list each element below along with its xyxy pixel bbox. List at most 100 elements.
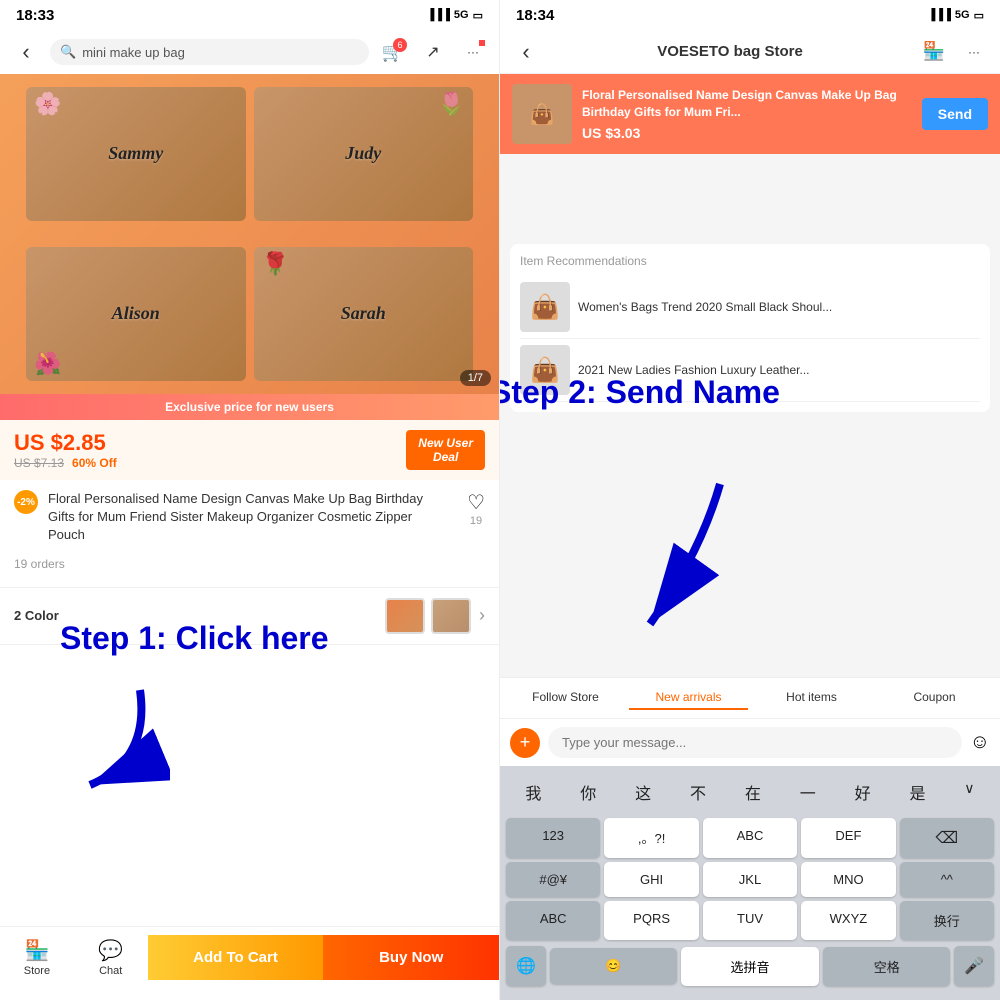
quick-char-7[interactable]: 是	[905, 778, 929, 806]
quick-char-3[interactable]: 不	[686, 778, 710, 806]
chat-area: Step 2: Send Name Item Recommendations 👜…	[500, 154, 1000, 677]
product-image-inner: 🌸 Sammy 🌷 Judy 🌺 Alison 🌹 Sarah	[0, 74, 499, 394]
network-left: 5G	[454, 9, 469, 21]
banner-image: 👜	[512, 84, 572, 144]
key-punctuation[interactable]: ,。?!	[604, 818, 698, 858]
key-def[interactable]: DEF	[801, 818, 895, 858]
delete-key[interactable]: ⌫	[900, 818, 994, 858]
quick-char-6[interactable]: 好	[851, 778, 875, 806]
tab-follow-store[interactable]: Follow Store	[506, 686, 625, 710]
key-mno[interactable]: MNO	[801, 862, 895, 897]
swatch-orange[interactable]	[385, 598, 425, 634]
key-123[interactable]: 123	[506, 818, 600, 858]
more-button-left[interactable]: ···	[457, 36, 489, 68]
globe-key[interactable]: 🌐	[506, 946, 546, 986]
back-button-left[interactable]: ‹	[10, 36, 42, 68]
quick-char-5[interactable]: 一	[796, 778, 820, 806]
tab-new-arrivals-label: New arrivals	[655, 690, 721, 704]
image-counter: 1/7	[460, 370, 491, 386]
swatch-tan[interactable]	[431, 598, 471, 634]
chevron-down-icon[interactable]: ∨	[960, 778, 978, 806]
bag-sammy: 🌸 Sammy	[26, 87, 246, 221]
store-name: VOESETO bag Store	[550, 43, 910, 60]
chevron-right-icon-color: ›	[479, 605, 485, 626]
key-abc-2[interactable]: ABC	[506, 901, 600, 940]
key-wxyz-label: WXYZ	[830, 911, 868, 926]
key-ghi[interactable]: GHI	[604, 862, 698, 897]
step1-arrow	[50, 680, 170, 805]
more-button-right[interactable]: ···	[958, 36, 990, 68]
key-wxyz[interactable]: WXYZ	[801, 901, 895, 940]
plus-button[interactable]: +	[510, 728, 540, 758]
battery-right: ▭	[974, 9, 984, 22]
banner-title: Floral Personalised Name Design Canvas M…	[582, 87, 912, 121]
mic-key[interactable]: 🎤	[954, 946, 994, 986]
tab-coupon[interactable]: Coupon	[875, 686, 994, 710]
key-caret[interactable]: ^^	[900, 862, 994, 897]
status-bar-right: 18:34 ▐▐▐ 5G ▭	[500, 0, 1000, 30]
new-user-deal: New UserDeal	[406, 430, 485, 470]
back-button-right[interactable]: ‹	[510, 36, 542, 68]
globe-icon: 🌐	[516, 958, 536, 975]
cart-button[interactable]: 🛒 6	[377, 36, 409, 68]
add-to-cart-button[interactable]: Add To Cart	[148, 935, 324, 980]
store-nav-icon: 🏪	[24, 938, 49, 963]
rec-title: Item Recommendations	[520, 254, 980, 268]
step2-annotation: Step 2: Send Name	[500, 374, 780, 411]
rec-item-1[interactable]: 👜 Women's Bags Trend 2020 Small Black Sh…	[520, 276, 980, 339]
key-kongjian-label: 空格	[874, 960, 900, 975]
plus-icon: +	[520, 732, 531, 753]
space-key[interactable]: 选拼音	[681, 947, 820, 986]
store-nav-item[interactable]: 🏪 Store	[0, 938, 74, 977]
status-bar-left: 18:33 ▐▐▐ 5G ▭	[0, 0, 499, 30]
key-123-label: 123	[542, 828, 564, 843]
bag-name-sarah: Sarah	[341, 303, 386, 324]
store-tabs: Follow Store New arrivals Hot items Coup…	[500, 677, 1000, 718]
quick-char-1[interactable]: 你	[576, 778, 600, 806]
share-button[interactable]: ↗	[417, 36, 449, 68]
mic-icon: 🎤	[964, 958, 984, 975]
more-icon-right: ···	[968, 45, 980, 59]
status-icons-right: ▐▐▐ 5G ▭	[928, 9, 984, 22]
buy-now-button[interactable]: Buy Now	[323, 935, 499, 980]
search-box-left[interactable]: 🔍 mini make up bag	[50, 39, 369, 65]
top-bar-right: ‹ VOESETO bag Store 🏪 ···	[500, 30, 1000, 74]
quick-char-0[interactable]: 我	[521, 778, 545, 806]
key-abc-1[interactable]: ABC	[703, 818, 797, 858]
tab-hot-items[interactable]: Hot items	[752, 686, 871, 710]
store-icon-btn[interactable]: 🏪	[918, 36, 950, 68]
bag-alison: 🌺 Alison	[26, 247, 246, 381]
key-abc-1-label: ABC	[737, 828, 764, 843]
key-emoji-2[interactable]: 😊	[550, 948, 677, 984]
step2-text: Step 2: Send Name	[500, 374, 780, 410]
key-pqrs[interactable]: PQRS	[604, 901, 698, 940]
quick-char-4[interactable]: 在	[741, 778, 765, 806]
store-icon: 🏪	[923, 41, 945, 62]
key-mno-label: MNO	[833, 872, 863, 887]
key-special[interactable]: #@¥	[506, 862, 600, 897]
tab-new-arrivals[interactable]: New arrivals	[629, 686, 748, 710]
bag-judy: 🌷 Judy	[254, 87, 474, 221]
original-price: US $7.13	[14, 456, 64, 470]
emoji-button[interactable]: ☺	[970, 731, 990, 754]
key-kongjian[interactable]: 空格	[823, 947, 950, 986]
chat-nav-item[interactable]: 💬 Chat	[74, 938, 148, 977]
heart-icon[interactable]: ♡	[467, 490, 485, 515]
bag-sarah: 🌹 Sarah	[254, 247, 474, 381]
price-section: US $2.85 US $7.13 60% Off	[14, 430, 117, 470]
key-jkl[interactable]: JKL	[703, 862, 797, 897]
send-button[interactable]: Send	[922, 98, 988, 130]
key-newline[interactable]: 换行	[900, 901, 994, 940]
quick-char-2[interactable]: 这	[631, 778, 655, 806]
top-bar-left: ‹ 🔍 mini make up bag 🛒 6 ↗ ···	[0, 30, 499, 74]
share-icon: ↗	[426, 42, 439, 62]
key-tuv[interactable]: TUV	[703, 901, 797, 940]
cart-badge: 6	[393, 38, 407, 52]
key-ghi-label: GHI	[640, 872, 663, 887]
network-right: 5G	[955, 9, 970, 21]
product-info: -2% Floral Personalised Name Design Canv…	[0, 480, 499, 588]
key-special-label: #@¥	[539, 872, 567, 887]
color-swatches	[385, 598, 471, 634]
key-punctuation-label: ,。?!	[638, 831, 665, 846]
message-input[interactable]	[548, 727, 962, 758]
